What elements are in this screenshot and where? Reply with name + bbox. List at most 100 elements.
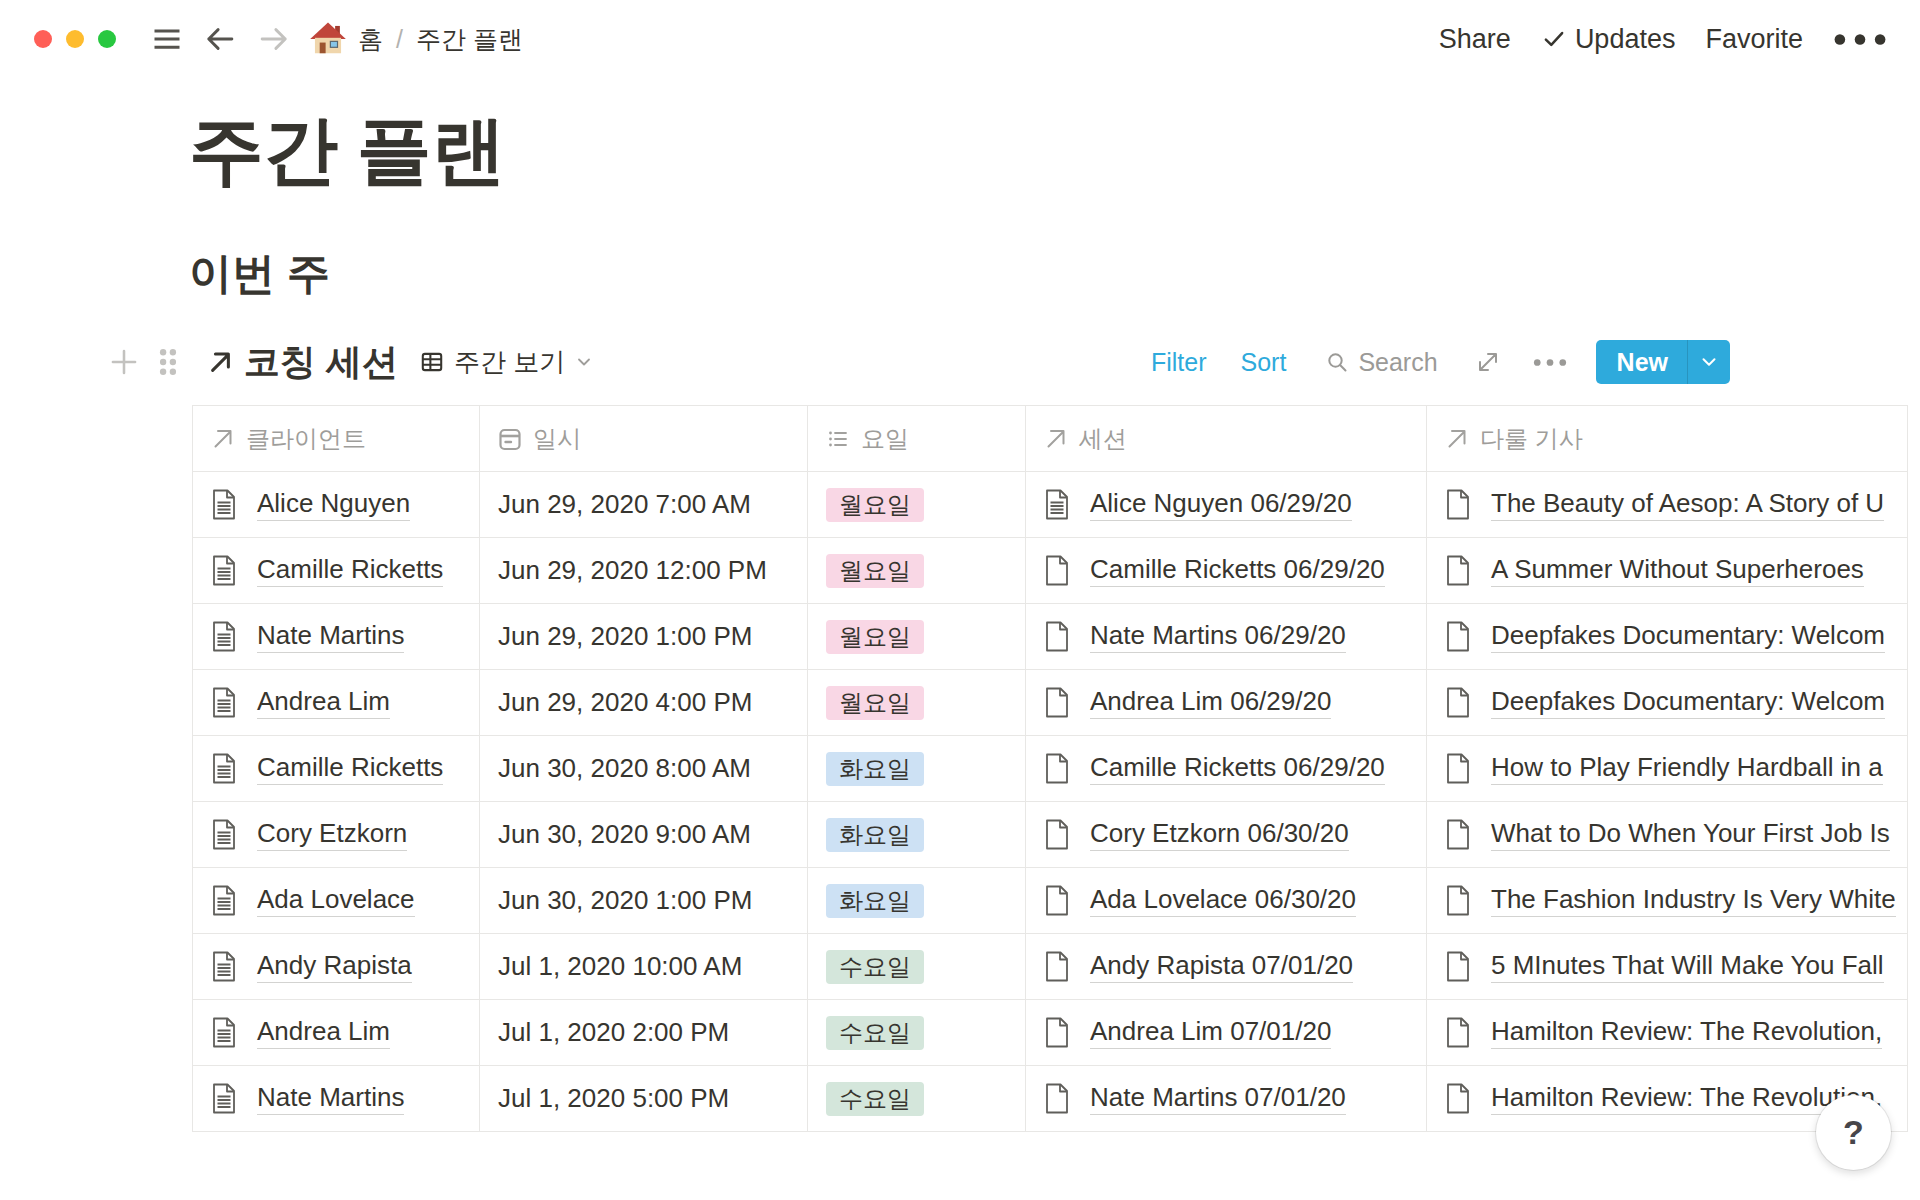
new-button[interactable]: New (1596, 340, 1730, 384)
drag-handle-icon[interactable] (157, 346, 179, 378)
client-cell[interactable]: Andrea Lim (192, 670, 480, 735)
breadcrumb-home[interactable]: 홈 (358, 23, 383, 56)
column-header-3[interactable]: 세션 (1026, 406, 1427, 471)
day-cell[interactable]: 수요일 (808, 934, 1026, 999)
session-link[interactable]: Nate Martins 07/01/20 (1090, 1082, 1346, 1115)
session-link[interactable]: Camille Ricketts 06/29/20 (1090, 752, 1385, 785)
day-cell[interactable]: 화요일 (808, 736, 1026, 801)
session-cell[interactable]: Nate Martins 07/01/20 (1026, 1066, 1427, 1131)
back-icon[interactable] (205, 24, 235, 54)
client-cell[interactable]: Camille Ricketts (192, 736, 480, 801)
help-button[interactable]: ? (1816, 1095, 1891, 1170)
day-cell[interactable]: 월요일 (808, 538, 1026, 603)
client-link[interactable]: Ada Lovelace (257, 884, 415, 917)
article-link[interactable]: The Beauty of Aesop: A Story of U (1491, 488, 1884, 521)
session-link[interactable]: Cory Etzkorn 06/30/20 (1090, 818, 1349, 851)
client-link[interactable]: Andy Rapista (257, 950, 412, 983)
day-cell[interactable]: 화요일 (808, 868, 1026, 933)
client-cell[interactable]: Camille Ricketts (192, 538, 480, 603)
date-cell[interactable]: Jun 29, 2020 1:00 PM (480, 604, 808, 669)
client-link[interactable]: Andrea Lim (257, 1016, 390, 1049)
day-cell[interactable]: 화요일 (808, 802, 1026, 867)
date-cell[interactable]: Jul 1, 2020 10:00 AM (480, 934, 808, 999)
session-link[interactable]: Camille Ricketts 06/29/20 (1090, 554, 1385, 587)
collection-title[interactable]: 코칭 세션 (244, 338, 398, 387)
day-cell[interactable]: 월요일 (808, 604, 1026, 669)
article-cell[interactable]: A Summer Without Superheroes (1427, 538, 1908, 603)
new-button-label[interactable]: New (1596, 340, 1687, 384)
session-link[interactable]: Andrea Lim 06/29/20 (1090, 686, 1331, 719)
date-cell[interactable]: Jul 1, 2020 5:00 PM (480, 1066, 808, 1131)
date-cell[interactable]: Jun 29, 2020 4:00 PM (480, 670, 808, 735)
date-cell[interactable]: Jun 30, 2020 9:00 AM (480, 802, 808, 867)
article-link[interactable]: Hamilton Review: The Revolution, (1491, 1016, 1882, 1049)
open-collection-arrow-icon[interactable] (207, 349, 234, 376)
article-link[interactable]: What to Do When Your First Job Is (1491, 818, 1890, 851)
date-cell[interactable]: Jun 30, 2020 8:00 AM (480, 736, 808, 801)
session-link[interactable]: Andrea Lim 07/01/20 (1090, 1016, 1331, 1049)
more-options-icon[interactable] (1833, 28, 1887, 51)
session-cell[interactable]: Andrea Lim 07/01/20 (1026, 1000, 1427, 1065)
article-cell[interactable]: Deepfakes Documentary: Welcom (1427, 670, 1908, 735)
article-cell[interactable]: The Fashion Industry Is Very White (1427, 868, 1908, 933)
day-cell[interactable]: 월요일 (808, 670, 1026, 735)
client-cell[interactable]: Nate Martins (192, 1066, 480, 1131)
client-link[interactable]: Andrea Lim (257, 686, 390, 719)
session-link[interactable]: Ada Lovelace 06/30/20 (1090, 884, 1356, 917)
client-cell[interactable]: Nate Martins (192, 604, 480, 669)
client-cell[interactable]: Andy Rapista (192, 934, 480, 999)
client-cell[interactable]: Cory Etzkorn (192, 802, 480, 867)
client-link[interactable]: Camille Ricketts (257, 554, 443, 587)
client-cell[interactable]: Ada Lovelace (192, 868, 480, 933)
session-cell[interactable]: Alice Nguyen 06/29/20 (1026, 472, 1427, 537)
breadcrumb-page[interactable]: 주간 플랜 (416, 23, 523, 56)
view-selector[interactable]: 주간 보기 (419, 345, 594, 380)
filter-button[interactable]: Filter (1151, 348, 1207, 377)
session-cell[interactable]: Nate Martins 06/29/20 (1026, 604, 1427, 669)
client-cell[interactable]: Andrea Lim (192, 1000, 480, 1065)
session-cell[interactable]: Camille Ricketts 06/29/20 (1026, 736, 1427, 801)
session-cell[interactable]: Camille Ricketts 06/29/20 (1026, 538, 1427, 603)
client-link[interactable]: Nate Martins (257, 620, 404, 653)
session-cell[interactable]: Ada Lovelace 06/30/20 (1026, 868, 1427, 933)
share-button[interactable]: Share (1439, 24, 1511, 55)
article-cell[interactable]: Hamilton Review: The Revolution, (1427, 1000, 1908, 1065)
client-link[interactable]: Camille Ricketts (257, 752, 443, 785)
article-link[interactable]: A Summer Without Superheroes (1491, 554, 1864, 587)
client-cell[interactable]: Alice Nguyen (192, 472, 480, 537)
article-link[interactable]: Deepfakes Documentary: Welcom (1491, 620, 1885, 653)
close-window-button[interactable] (34, 30, 52, 48)
expand-icon[interactable] (1476, 350, 1500, 374)
sort-button[interactable]: Sort (1241, 348, 1287, 377)
article-link[interactable]: The Fashion Industry Is Very White (1491, 884, 1896, 917)
updates-button[interactable]: Updates (1541, 24, 1676, 55)
sidebar-toggle-icon[interactable] (152, 24, 182, 54)
forward-icon[interactable] (259, 24, 289, 54)
date-cell[interactable]: Jun 30, 2020 1:00 PM (480, 868, 808, 933)
session-link[interactable]: Nate Martins 06/29/20 (1090, 620, 1346, 653)
client-link[interactable]: Nate Martins (257, 1082, 404, 1115)
session-link[interactable]: Andy Rapista 07/01/20 (1090, 950, 1353, 983)
session-cell[interactable]: Cory Etzkorn 06/30/20 (1026, 802, 1427, 867)
date-cell[interactable]: Jul 1, 2020 2:00 PM (480, 1000, 808, 1065)
date-cell[interactable]: Jun 29, 2020 7:00 AM (480, 472, 808, 537)
day-cell[interactable]: 월요일 (808, 472, 1026, 537)
article-cell[interactable]: 5 MInutes That Will Make You Fall (1427, 934, 1908, 999)
session-cell[interactable]: Andrea Lim 06/29/20 (1026, 670, 1427, 735)
day-cell[interactable]: 수요일 (808, 1066, 1026, 1131)
column-header-1[interactable]: 일시 (480, 406, 808, 471)
search-button[interactable]: Search (1325, 348, 1437, 377)
article-cell[interactable]: What to Do When Your First Job Is (1427, 802, 1908, 867)
article-link[interactable]: Deepfakes Documentary: Welcom (1491, 686, 1885, 719)
date-cell[interactable]: Jun 29, 2020 12:00 PM (480, 538, 808, 603)
favorite-button[interactable]: Favorite (1705, 24, 1803, 55)
client-link[interactable]: Alice Nguyen (257, 488, 410, 521)
article-link[interactable]: 5 MInutes That Will Make You Fall (1491, 950, 1884, 983)
session-cell[interactable]: Andy Rapista 07/01/20 (1026, 934, 1427, 999)
session-link[interactable]: Alice Nguyen 06/29/20 (1090, 488, 1352, 521)
new-dropdown-button[interactable] (1688, 340, 1730, 384)
article-link[interactable]: How to Play Friendly Hardball in a (1491, 752, 1883, 785)
article-cell[interactable]: The Beauty of Aesop: A Story of U (1427, 472, 1908, 537)
collection-more-icon[interactable] (1533, 355, 1567, 370)
minimize-window-button[interactable] (66, 30, 84, 48)
